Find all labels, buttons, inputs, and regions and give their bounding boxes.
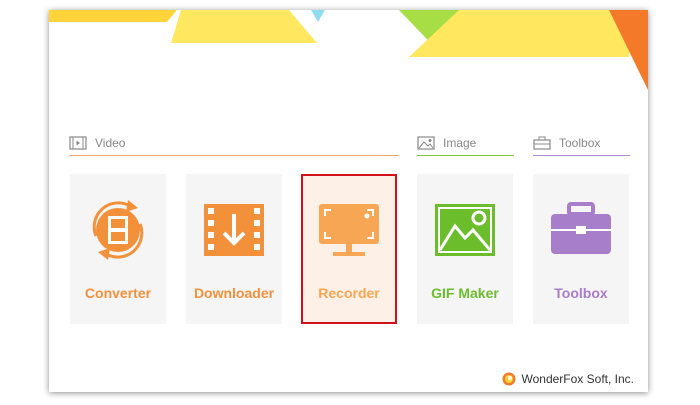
section-toolbox: Toolbox xyxy=(533,130,600,156)
section-image-label: Image xyxy=(443,136,477,150)
tile-converter-label: Converter xyxy=(84,285,152,301)
tile-gif-maker-label: GIF Maker xyxy=(431,285,499,301)
picture-icon xyxy=(435,204,495,256)
section-video-underline xyxy=(69,155,399,156)
section-video-label: Video xyxy=(95,136,126,150)
toolbox-icon xyxy=(551,202,611,254)
section-image-underline xyxy=(417,155,514,156)
tile-recorder[interactable]: Recorder xyxy=(301,174,397,324)
image-icon xyxy=(417,136,435,150)
tile-toolbox-label: Toolbox xyxy=(554,285,608,301)
footer: WonderFox Soft, Inc. xyxy=(502,372,635,386)
film-icon xyxy=(69,136,87,150)
section-toolbox-label: Toolbox xyxy=(559,136,601,150)
convert-film-icon xyxy=(92,200,144,260)
section-toolbox-underline xyxy=(533,155,630,156)
tile-gif-maker[interactable]: GIF Maker xyxy=(417,174,513,324)
tile-downloader[interactable]: Downloader xyxy=(186,174,282,324)
app-window: Video Image Toolbox Converter Downloader… xyxy=(49,10,648,392)
tile-toolbox[interactable]: Toolbox xyxy=(533,174,629,324)
header-decoration xyxy=(49,10,648,90)
tile-downloader-label: Downloader xyxy=(193,285,275,301)
download-film-icon xyxy=(204,204,264,256)
company-name: WonderFox Soft, Inc. xyxy=(521,372,635,386)
section-image: Image xyxy=(417,130,476,156)
tile-recorder-label: Recorder xyxy=(318,285,380,301)
screen-record-icon xyxy=(319,204,379,256)
wonderfox-logo-icon xyxy=(502,372,515,386)
toolbox-icon xyxy=(533,136,551,150)
tile-converter[interactable]: Converter xyxy=(70,174,166,324)
section-video: Video xyxy=(69,130,125,156)
